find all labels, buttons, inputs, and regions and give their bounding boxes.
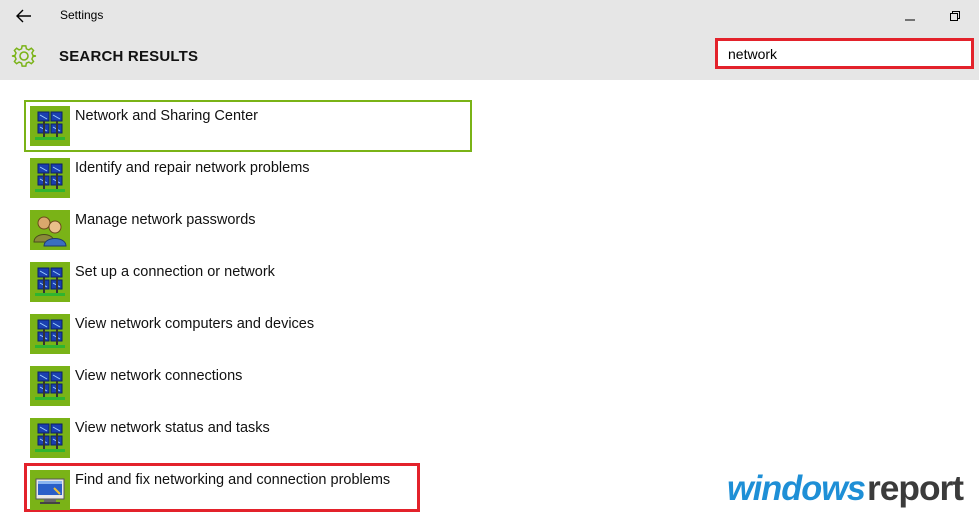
windowsreport-logo: windows report bbox=[727, 469, 965, 508]
result-network-and-sharing-center[interactable]: Network and Sharing Center bbox=[30, 106, 258, 148]
network-icon bbox=[30, 418, 70, 458]
result-find-and-fix-networking[interactable]: Find and fix networking and connection p… bbox=[30, 470, 390, 512]
restore-button[interactable] bbox=[943, 6, 967, 26]
minimize-button[interactable] bbox=[898, 6, 922, 26]
page-title: SEARCH RESULTS bbox=[59, 48, 199, 65]
result-label: View network computers and devices bbox=[75, 316, 315, 332]
network-icon bbox=[30, 106, 70, 146]
troubleshoot-icon bbox=[30, 470, 70, 510]
minimize-icon bbox=[905, 19, 915, 21]
result-view-network-computers[interactable]: View network computers and devices bbox=[30, 314, 314, 356]
arrow-left-icon bbox=[16, 9, 31, 23]
network-icon bbox=[30, 262, 70, 302]
result-label: Network and Sharing Center bbox=[75, 108, 258, 124]
network-icon bbox=[30, 314, 70, 354]
back-button[interactable] bbox=[10, 6, 38, 26]
result-identify-and-repair[interactable]: Identify and repair network problems bbox=[30, 158, 310, 200]
svg-text:report: report bbox=[867, 469, 964, 508]
title-bar: Settings bbox=[0, 0, 979, 32]
gear-icon bbox=[11, 45, 37, 67]
search-box bbox=[715, 38, 974, 69]
result-view-network-connections[interactable]: View network connections bbox=[30, 366, 242, 408]
window-title: Settings bbox=[60, 8, 104, 22]
result-label: Find and fix networking and connection p… bbox=[75, 472, 391, 488]
result-label: Manage network passwords bbox=[75, 212, 256, 228]
svg-text:windows: windows bbox=[727, 469, 866, 508]
result-label: View network connections bbox=[75, 368, 243, 384]
users-icon bbox=[30, 210, 70, 250]
result-manage-network-passwords[interactable]: Manage network passwords bbox=[30, 210, 256, 252]
result-set-up-connection[interactable]: Set up a connection or network bbox=[30, 262, 275, 304]
network-icon bbox=[30, 366, 70, 406]
result-view-network-status[interactable]: View network status and tasks bbox=[30, 418, 270, 460]
result-label: View network status and tasks bbox=[75, 420, 270, 436]
search-input[interactable] bbox=[718, 41, 971, 66]
network-icon bbox=[30, 158, 70, 198]
result-label: Identify and repair network problems bbox=[75, 160, 310, 176]
settings-header: SEARCH RESULTS bbox=[0, 32, 979, 80]
restore-icon bbox=[950, 11, 960, 21]
result-label: Set up a connection or network bbox=[75, 264, 275, 280]
